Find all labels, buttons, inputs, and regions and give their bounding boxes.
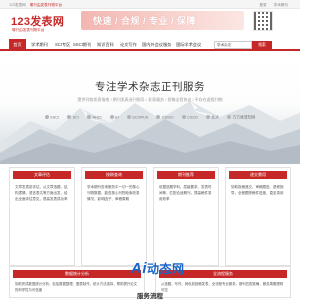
mountain-background-image [0,101,300,164]
service-card-title: 文章评估 [13,171,71,179]
banner-slogan: 快速 / 合规 / 专业 / 保障 [93,16,197,26]
nav-item-journals[interactable]: 学术期刊 [31,39,48,50]
topbar-link-journals[interactable]: 学术期刊 [274,3,288,7]
database-item: SSCI [44,115,59,120]
watermark-logo-latin: Ai [131,260,147,277]
service-card-recommend[interactable]: 期刊推荐 依据选题学科、层级要求、发表时间等，匹配合适期刊，提高稿件录用效率 [153,167,219,266]
hero-subtitle: 提供刊物发表指南 / 期刊发表选刊指导 / 发表服务 / 投稿全程协议 / 不存… [77,97,223,102]
database-icon [109,115,114,119]
section-title-process: 服务流程 [137,293,163,300]
database-item: 万方维普知网 [227,115,255,121]
nav-item-home[interactable]: 首页 [9,39,26,50]
service-card-title: 递交需用 [229,171,287,179]
topbar-link-login[interactable]: 登录 [259,3,266,7]
database-item: EI [109,115,119,120]
watermark-logo-cn: 动态网 [147,262,185,276]
service-card-text: 协助投稿递交、审稿跟进、退修指导，全程跟踪稿件进度，直至录用 [231,185,284,195]
service-card-query[interactable]: 按刷查询 学术期刊查询服务中一切一的核心刊物数据，能查核心刊物检索收录情况、影响… [81,167,147,266]
search-input[interactable]: 学术杂志 [214,41,252,49]
database-icon [181,115,186,119]
database-item: SCI [67,115,79,120]
database-icon [44,115,49,119]
hero-section: 专注学术杂志正刊服务 提供刊物发表指南 / 期刊发表选刊指导 / 发表服务 / … [0,53,300,164]
service-card-text: 文章发表前评估，从文章选题、结构逻辑、语言表达等方面出发，给出全面评估意见，提高… [15,185,68,201]
database-icon [205,115,210,119]
site-logo-subtitle: 哪只由发表刊物平台 [12,28,45,32]
nav-item-ssci[interactable]: SSCI期刊 [73,39,91,50]
database-item: AHCI [87,115,102,120]
service-card-submission[interactable]: 递交需用 协助投稿递交、审稿跟进、退修指导，全程跟踪稿件进度，直至录用 [225,167,291,266]
nav-item-conference-services[interactable]: 国内外会议服务 [142,39,171,50]
header-banner: 快速 / 合规 / 专业 / 保障 [81,11,244,30]
topbar-right: 登录 学术期刊 [253,3,288,8]
service-card-text: 学术期刊查询服务中一切一的核心刊物数据，能查核心刊物检索收录情况、影响因子、审稿… [87,185,140,201]
database-icon [126,115,131,119]
topbar-left: 123发表网 哪只由发表刊物平台 [9,3,62,8]
site-logo[interactable]: 123发表网 [11,13,64,29]
site-header: 123发表网 哪只由发表刊物平台 快速 / 合规 / 专业 / 保障 [0,9,300,39]
database-icon [67,115,72,119]
service-card-text: 依据选题学科、层级要求、发表时间等，匹配合适期刊，提高稿件录用效率 [159,185,212,201]
database-list: SSCI SCI AHCI EI SCOPUS CSSCI CSCD 北大 万方… [0,115,300,121]
database-icon [87,115,91,119]
topbar-tagline: 哪只由发表刊物平台 [29,2,63,7]
database-item: CSSCI [156,115,174,120]
topbar-site-name[interactable]: 123发表网 [9,3,26,7]
database-item: CSCD [181,115,198,120]
main-navigation: 首页 学术期刊 SCI专区 SSCI期刊 知识百科 论文写作 国内外会议服务 国… [0,39,300,51]
service-card-evaluation[interactable]: 文章评估 文章发表前评估，从文章选题、结构逻辑、语言表达等方面出发，给出全面评估… [9,167,75,266]
nav-item-sci[interactable]: SCI专区 [55,39,70,50]
top-utility-bar: 123发表网 哪只由发表刊物平台 登录 学术期刊 [0,0,300,9]
nav-item-writing[interactable]: 论文写作 [120,39,137,50]
qr-code-icon [253,11,273,31]
search-button[interactable]: 搜索 [252,41,272,49]
database-icon [227,115,232,119]
database-icon [156,115,161,119]
service-card-title: 按刷查询 [85,171,143,179]
service-card-title: 数据统计分析 [13,270,141,278]
hero-title: 专注学术杂志正刊服务 [95,81,205,93]
service-card-title: 期刊推荐 [157,171,215,179]
database-item: 北大 [205,115,219,121]
watermark-logo: Ai动态网 [131,260,185,277]
nav-item-knowledge[interactable]: 知识百科 [97,39,114,50]
nav-item-international-conference[interactable]: 国际学术会议 [176,39,201,50]
database-item: SCOPUS [126,115,148,120]
